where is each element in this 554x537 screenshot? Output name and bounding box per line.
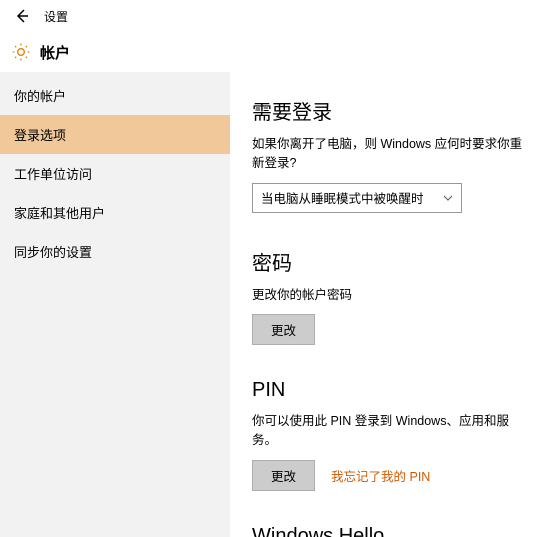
page-title: 帐户 (40, 42, 70, 63)
back-button[interactable] (8, 2, 36, 30)
pin-forgot-link[interactable]: 我忘记了我的 PIN (331, 466, 430, 485)
password-desc: 更改你的帐户密码 (252, 286, 532, 305)
chevron-down-icon (443, 193, 453, 203)
sidebar-item-sync-settings[interactable]: 同步你的设置 (0, 232, 230, 271)
window-title: 设置 (44, 8, 68, 25)
sidebar-item-work-access[interactable]: 工作单位访问 (0, 154, 230, 193)
pin-change-button[interactable]: 更改 (252, 460, 315, 491)
sidebar-item-your-account[interactable]: 你的帐户 (0, 76, 230, 115)
gear-icon (10, 41, 32, 63)
require-signin-heading: 需要登录 (252, 96, 532, 125)
pin-heading: PIN (252, 379, 532, 402)
arrow-left-icon (14, 8, 30, 24)
pin-desc: 你可以使用此 PIN 登录到 Windows、应用和服务。 (252, 412, 532, 450)
sidebar-item-sign-in-options[interactable]: 登录选项 (0, 115, 230, 154)
require-signin-select-value: 当电脑从睡眠模式中被唤醒时 (261, 188, 424, 207)
hello-heading: Windows Hello (252, 525, 532, 537)
sidebar-item-family-users[interactable]: 家庭和其他用户 (0, 193, 230, 232)
sidebar: 你的帐户 登录选项 工作单位访问 家庭和其他用户 同步你的设置 (0, 72, 230, 537)
content-area: 需要登录 如果你离开了电脑，则 Windows 应何时要求你重新登录? 当电脑从… (230, 72, 554, 537)
password-heading: 密码 (252, 247, 532, 276)
require-signin-select[interactable]: 当电脑从睡眠模式中被唤醒时 (252, 183, 462, 213)
password-change-button[interactable]: 更改 (252, 314, 315, 345)
require-signin-desc: 如果你离开了电脑，则 Windows 应何时要求你重新登录? (252, 135, 532, 173)
